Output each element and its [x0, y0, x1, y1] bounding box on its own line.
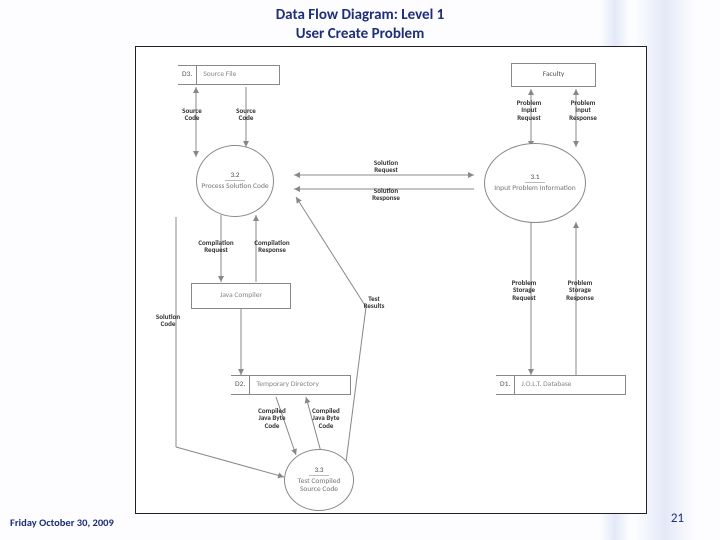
- flow-solution-response: SolutionResponse: [356, 187, 416, 202]
- datastore-d1-label: J.O.L.T. Database: [515, 376, 577, 394]
- datastore-d3: D3. Source File: [178, 65, 280, 85]
- process-3-2-id: 3.2: [225, 171, 246, 181]
- process-3-2: 3.2 Process Solution Code: [196, 145, 274, 217]
- flow-compilation-response: CompilationResponse: [244, 239, 300, 254]
- process-3-1: 3.1 Input Problem Information: [484, 143, 586, 223]
- process-3-3-label: Test Compiled Source Code: [285, 478, 353, 495]
- footer-page: 21: [671, 511, 684, 526]
- datastore-d2-id: D2.: [231, 376, 250, 394]
- process-3-2-label: Process Solution Code: [197, 183, 272, 191]
- slide-title: Data Flow Diagram: Level 1 User Create P…: [0, 6, 720, 44]
- flow-source-code-a: SourceCode: [174, 107, 210, 122]
- flow-solution-request: SolutionRequest: [356, 159, 416, 174]
- entity-compiler-label: Java Compiler: [220, 292, 262, 300]
- flow-source-code-b: SourceCode: [228, 107, 264, 122]
- datastore-d2-label: Temporary Directory: [250, 376, 325, 394]
- process-3-1-id: 3.1: [525, 173, 546, 183]
- title-line2: User Create Problem: [0, 25, 720, 44]
- flow-compiled-jbc-b: CompiledJava ByteCode: [302, 407, 350, 429]
- flow-compilation-request: CompilationRequest: [188, 239, 244, 254]
- datastore-d1-id: D1.: [496, 376, 515, 394]
- flow-problem-storage-request: ProblemStorageRequest: [500, 279, 548, 301]
- flow-solution-code: SolutionCode: [146, 313, 190, 328]
- datastore-d1: D1. J.O.L.T. Database: [496, 375, 626, 395]
- flow-problem-input-response: ProblemInputResponse: [558, 99, 608, 121]
- entity-java-compiler: Java Compiler: [191, 283, 291, 309]
- entity-faculty-label: Faculty: [543, 71, 565, 79]
- footer-date: Friday October 30, 2009: [10, 517, 114, 530]
- flow-compiled-jbc-a: CompiledJava ByteCode: [248, 407, 296, 429]
- datastore-d2: D2. Temporary Directory: [231, 375, 351, 395]
- flow-test-results: TestResults: [354, 295, 394, 310]
- process-3-1-label: Input Problem Information: [490, 185, 579, 193]
- entity-faculty: Faculty: [511, 63, 596, 87]
- flow-problem-storage-response: ProblemStorageResponse: [554, 279, 606, 301]
- flow-problem-input-request: ProblemInputRequest: [506, 99, 552, 121]
- title-line1: Data Flow Diagram: Level 1: [0, 6, 720, 25]
- datastore-d3-label: Source File: [197, 66, 242, 84]
- process-3-3-id: 3.3: [309, 466, 330, 476]
- process-3-3: 3.3 Test Compiled Source Code: [284, 449, 354, 511]
- diagram-frame: D3. Source File Faculty 3.2 Process Solu…: [135, 46, 647, 514]
- datastore-d3-id: D3.: [178, 66, 197, 84]
